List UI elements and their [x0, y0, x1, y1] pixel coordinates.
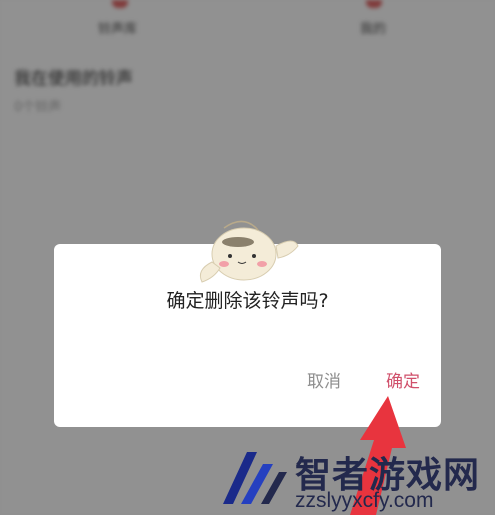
watermark: 智者游戏网 zzslyyxcfy.com [215, 440, 495, 515]
mascot-icon [199, 220, 299, 283]
watermark-url: zzslyyxcfy.com [295, 489, 434, 512]
watermark-logo-icon [223, 452, 287, 504]
